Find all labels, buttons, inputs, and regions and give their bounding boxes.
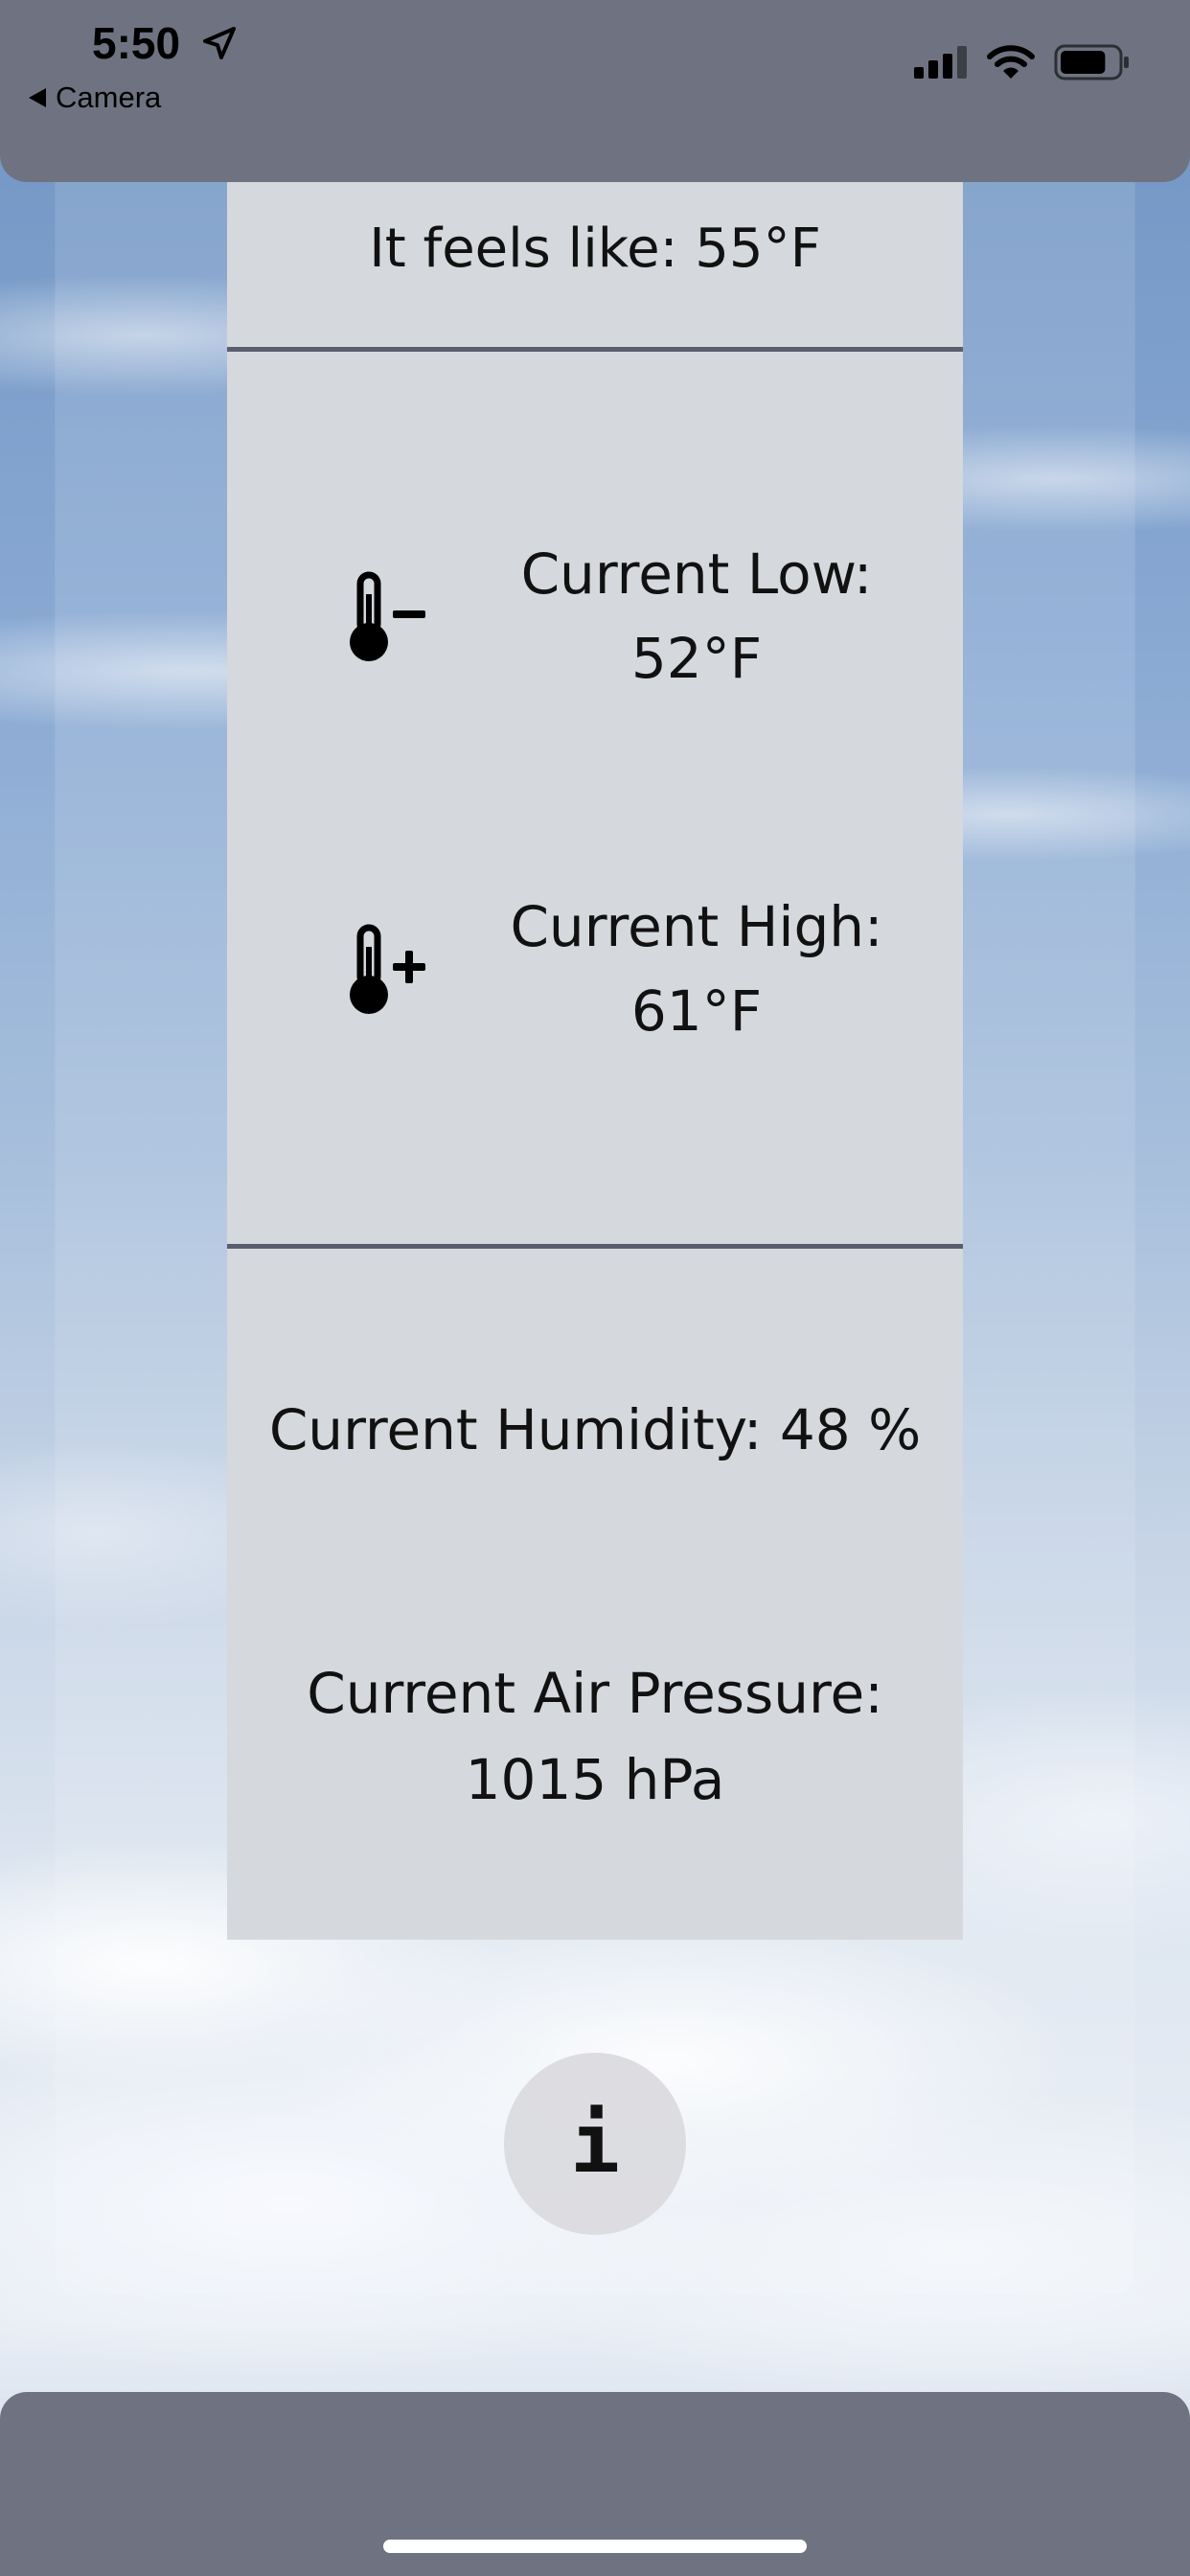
current-high-label: Current High: (510, 894, 883, 959)
back-label: Camera (56, 80, 162, 114)
bottom-bar (0, 2392, 1190, 2576)
current-high-row: Current High: 61°F (227, 885, 963, 1076)
current-low-text: Current Low: 52°F (447, 532, 946, 701)
home-indicator[interactable] (383, 2540, 807, 2553)
status-time: 5:50 (92, 18, 181, 68)
weather-details-card: It feels like: 55°F Current Low: 52°F Cu… (227, 182, 963, 1940)
info-icon: i (570, 2096, 620, 2192)
air-pressure-value: 1015 hPa (465, 1747, 725, 1812)
location-arrow-icon (203, 27, 236, 59)
current-low-row: Current Low: 52°F (227, 532, 963, 724)
info-button[interactable]: i (504, 2053, 686, 2235)
air-pressure-label: Current Air Pressure: (307, 1661, 883, 1726)
status-bar: 5:50 Camera (0, 0, 1190, 182)
current-low-label: Current Low: (520, 541, 873, 607)
current-low-value: 52°F (630, 626, 763, 691)
air-pressure-text: Current Air Pressure: 1015 hPa (227, 1650, 963, 1823)
current-high-value: 61°F (630, 978, 763, 1044)
divider (227, 347, 963, 352)
cellular-signal-icon (914, 46, 967, 79)
back-arrow-icon (29, 88, 46, 107)
feels-like-text: It feels like: 55°F (369, 218, 821, 280)
thermometer-minus-icon (350, 571, 425, 661)
app-screen: 5:50 Camera It feels like: 55°F Current … (0, 0, 1190, 2576)
wifi-icon (987, 45, 1035, 79)
divider (227, 1244, 963, 1249)
battery-icon (1054, 44, 1129, 80)
humidity-text: Current Humidity: 48 % (268, 1397, 922, 1462)
status-icons (914, 44, 1131, 80)
thermometer-plus-icon (350, 924, 425, 1014)
back-to-camera-link[interactable]: Camera (29, 80, 161, 115)
current-high-text: Current High: 61°F (447, 885, 946, 1053)
